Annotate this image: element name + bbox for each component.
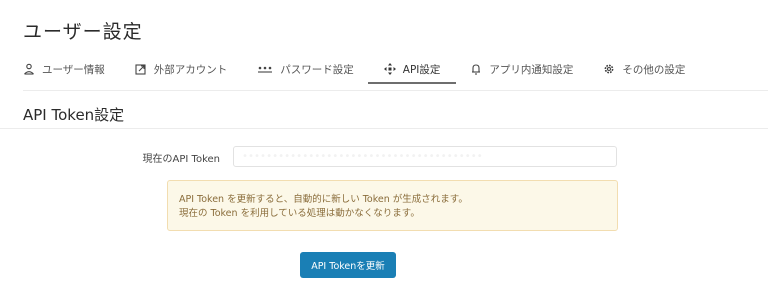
move-arrows-icon [383,63,396,75]
tab-user-info-label: ユーザー情報 [42,63,105,76]
gear-icon [603,63,615,75]
password-icon [257,63,273,75]
tab-password[interactable]: パスワード設定 [257,56,354,82]
update-token-button[interactable]: API Tokenを更新 [300,252,396,278]
tab-external-accounts[interactable]: 外部アカウント [135,56,228,82]
section-title: API Token設定 [23,106,125,124]
tab-other-settings[interactable]: その他の設定 [603,56,685,82]
tab-api-settings-label: API設定 [402,63,441,76]
tab-notifications-label: アプリ内通知設定 [489,63,574,76]
warning-notice: API Token を更新すると、自動的に新しい Token が生成されます。 … [167,180,618,231]
section-divider [0,128,768,129]
tab-api-settings[interactable]: API設定 [367,56,457,84]
tab-user-info[interactable]: ユーザー情報 [23,56,105,82]
user-icon [23,63,35,75]
settings-tabs: ユーザー情報 外部アカウント パスワード設定 API設定 アプリ内通知設定 その… [23,56,768,91]
tab-notifications[interactable]: アプリ内通知設定 [470,56,573,82]
notice-line-1: API Token を更新すると、自動的に新しい Token が生成されます。 [179,194,468,205]
notice-line-2: 現在の Token を利用している処理は動かなくなります。 [179,208,420,219]
tab-password-label: パスワード設定 [280,63,354,76]
external-link-icon [135,63,147,75]
page-title: ユーザー設定 [23,21,143,43]
bell-icon [470,63,482,75]
tab-external-accounts-label: 外部アカウント [153,63,228,76]
tab-other-settings-label: その他の設定 [622,63,686,76]
api-token-field[interactable] [233,146,617,167]
token-label: 現在のAPI Token [142,154,220,165]
